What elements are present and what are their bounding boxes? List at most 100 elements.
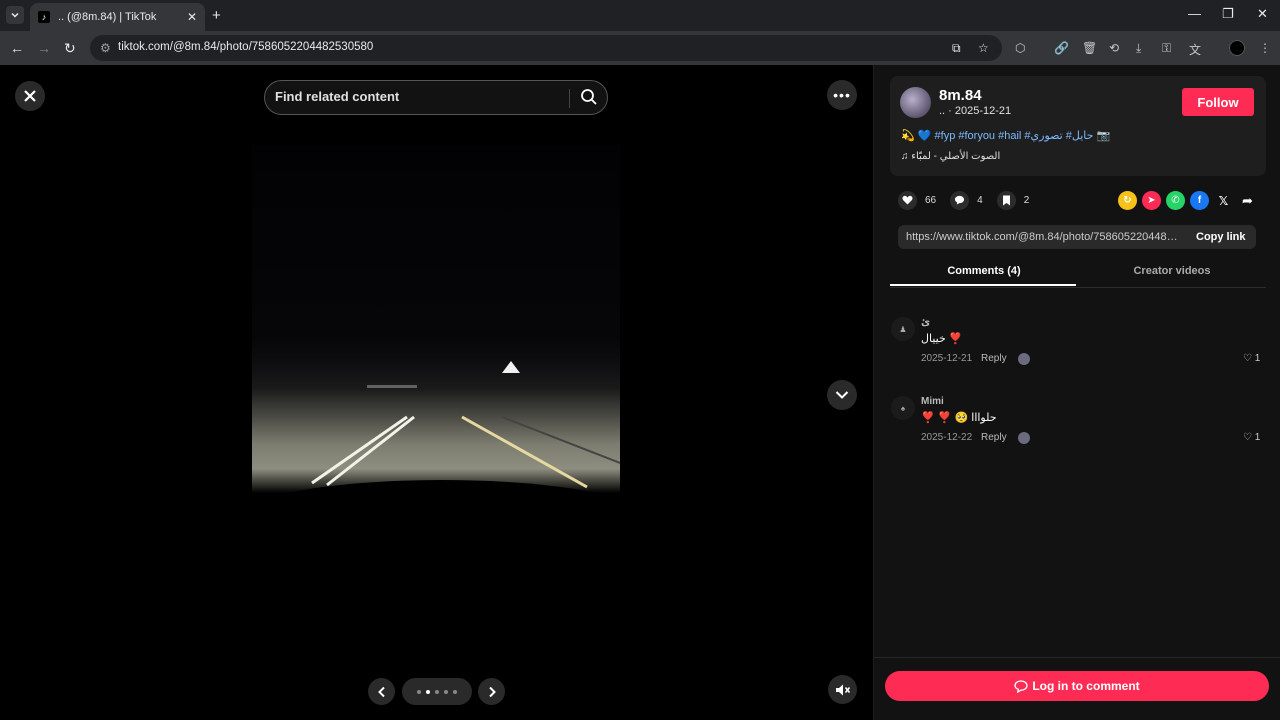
reply-button[interactable]: Reply bbox=[981, 353, 1007, 364]
close-tab-icon[interactable]: ✕ bbox=[187, 10, 197, 24]
save-button[interactable] bbox=[996, 190, 1016, 210]
search-button[interactable] bbox=[579, 87, 599, 112]
browser-tabbar: ♪ .. (@8m.84) | TikTok ✕ + — ❐ ✕ bbox=[0, 0, 1280, 31]
post-photo bbox=[252, 145, 620, 493]
address-url: tiktok.com/@8m.84/photo/7586052204482530… bbox=[118, 41, 374, 53]
slide-dot[interactable] bbox=[435, 689, 439, 694]
creator-liked-badge bbox=[1018, 353, 1030, 365]
comment-bubble-icon bbox=[1014, 679, 1028, 693]
minimize-button[interactable]: — bbox=[1188, 6, 1201, 21]
close-icon bbox=[24, 90, 36, 102]
slide-dot[interactable] bbox=[444, 689, 448, 694]
restore-button[interactable]: ❐ bbox=[1222, 6, 1234, 22]
post-info-card: 8m.84 .. · 2025-12-21 Follow 💫 💙 #fyp #f… bbox=[890, 76, 1266, 176]
address-bar[interactable]: ⚙ tiktok.com/@8m.84/photo/75860522044825… bbox=[90, 35, 1002, 61]
engagement-stats: 66 4 2 bbox=[898, 190, 1043, 210]
tab-creator-videos[interactable]: Creator videos bbox=[1078, 265, 1266, 277]
site-info-icon[interactable]: ⚙ bbox=[100, 41, 111, 55]
whatsapp-icon[interactable]: ✆ bbox=[1166, 191, 1185, 210]
slide-dot[interactable] bbox=[453, 689, 457, 694]
follow-button[interactable]: Follow bbox=[1182, 88, 1254, 116]
commenter-avatar[interactable]: ♟ bbox=[891, 317, 915, 341]
author-username[interactable]: 8m.84 bbox=[939, 87, 982, 104]
caption-hashtags[interactable]: #fyp #foryou #hail #حايل# تصوري 📷 bbox=[935, 130, 1111, 142]
login-label: Log in to comment bbox=[1032, 679, 1140, 693]
photo-viewer: ••• bbox=[0, 65, 873, 720]
comment-date: 2025-12-21 bbox=[921, 353, 973, 364]
heart-outline-icon: ♡ bbox=[1243, 432, 1252, 443]
send-icon[interactable]: ➤ bbox=[1142, 191, 1161, 210]
browser-toolbar: ← → ↻ ⚙ tiktok.com/@8m.84/photo/75860522… bbox=[0, 31, 1280, 65]
post-details-panel: 8m.84 .. · 2025-12-21 Follow 💫 💙 #fyp #f… bbox=[873, 65, 1280, 720]
comment-bubble-icon bbox=[955, 195, 965, 205]
new-tab-button[interactable]: + bbox=[212, 7, 221, 24]
chevron-right-icon bbox=[488, 686, 496, 697]
search-icon bbox=[581, 89, 597, 105]
author-avatar[interactable] bbox=[900, 87, 931, 118]
bookmark-icon bbox=[1002, 195, 1010, 205]
copy-link-button[interactable]: Copy link bbox=[1196, 231, 1246, 243]
slide-indicator bbox=[402, 678, 472, 705]
browser-menu-icon[interactable]: ⋮ bbox=[1259, 41, 1271, 55]
close-viewer-button[interactable] bbox=[15, 81, 45, 111]
translate-icon[interactable]: 文 bbox=[1189, 41, 1201, 58]
profile-avatar[interactable] bbox=[1229, 40, 1245, 56]
chevron-down-icon bbox=[835, 391, 849, 399]
reply-button[interactable]: Reply bbox=[981, 432, 1007, 443]
commenter-avatar[interactable]: ♠ bbox=[891, 396, 915, 420]
like-button[interactable] bbox=[898, 190, 917, 210]
facebook-icon[interactable]: f bbox=[1190, 191, 1209, 210]
related-search-input[interactable] bbox=[275, 89, 565, 104]
chevron-down-icon bbox=[11, 12, 19, 18]
distant-lights bbox=[367, 385, 417, 388]
trash-icon[interactable]: 🗑 bbox=[1082, 41, 1097, 55]
related-search-box bbox=[264, 80, 608, 115]
repost-icon[interactable]: ↻ bbox=[1118, 191, 1137, 210]
comment-like-button[interactable]: ♡ 1 bbox=[1243, 432, 1260, 443]
comment-like-button[interactable]: ♡ 1 bbox=[1243, 353, 1260, 364]
history-icon[interactable]: ⟲ bbox=[1109, 41, 1119, 55]
x-icon[interactable]: 𝕏 bbox=[1214, 191, 1233, 210]
panel-tabs: Comments (4) Creator videos bbox=[890, 262, 1266, 288]
share-link-box: https://www.tiktok.com/@8m.84/photo/7586… bbox=[898, 225, 1256, 249]
window-close-button[interactable]: ✕ bbox=[1257, 6, 1268, 22]
link-icon[interactable]: 🔗 bbox=[1054, 41, 1069, 55]
next-post-button[interactable] bbox=[827, 380, 857, 410]
commenter-name[interactable]: ئ bbox=[921, 317, 930, 328]
tab-search-dropdown[interactable] bbox=[6, 6, 24, 24]
comment-button[interactable] bbox=[950, 190, 970, 210]
comment-text: ❣️ ❣️ 🥺 حلوااا bbox=[921, 412, 997, 424]
more-dots-icon: ••• bbox=[833, 87, 851, 103]
commenter-name[interactable]: Mimi bbox=[921, 396, 944, 407]
login-to-comment-button[interactable]: Log in to comment bbox=[885, 671, 1269, 701]
reload-button[interactable]: ↻ bbox=[64, 40, 76, 57]
comment-count: 4 bbox=[977, 194, 983, 206]
forward-button[interactable]: → bbox=[37, 40, 51, 56]
browser-tab[interactable]: ♪ .. (@8m.84) | TikTok ✕ bbox=[30, 3, 205, 31]
comment-like-count: 1 bbox=[1254, 353, 1261, 364]
tiktok-favicon-icon: ♪ bbox=[38, 11, 50, 23]
search-divider bbox=[569, 89, 570, 108]
heart-icon bbox=[902, 195, 913, 205]
save-count: 2 bbox=[1023, 194, 1030, 206]
password-key-icon[interactable]: ⚿ bbox=[1162, 41, 1171, 56]
heart-outline-icon: ♡ bbox=[1243, 353, 1252, 364]
more-options-button[interactable]: ••• bbox=[827, 80, 857, 110]
like-count: 66 bbox=[925, 194, 937, 206]
back-button[interactable]: ← bbox=[10, 40, 24, 56]
speaker-muted-icon bbox=[835, 684, 850, 695]
next-slide-button[interactable] bbox=[478, 678, 505, 705]
comment-date: 2025-12-22 bbox=[921, 432, 973, 443]
share-arrow-icon[interactable]: ➦ bbox=[1238, 191, 1257, 210]
slide-dot[interactable] bbox=[417, 689, 421, 694]
music-track[interactable]: ♫ الصوت الأصلي - لمبّاء bbox=[901, 151, 1000, 162]
bookmark-star-icon[interactable]: ☆ bbox=[978, 41, 989, 55]
tab-comments[interactable]: Comments (4) bbox=[890, 265, 1078, 286]
post-caption: 💫 💙 #fyp #foryou #hail #حايل# تصوري 📷 bbox=[901, 129, 1110, 142]
mute-toggle-button[interactable] bbox=[828, 675, 857, 704]
extensions-icon[interactable]: ⬡ bbox=[1015, 41, 1025, 55]
previous-slide-button[interactable] bbox=[368, 678, 395, 705]
slide-dot[interactable] bbox=[426, 689, 430, 694]
download-icon[interactable]: ⤓ bbox=[1136, 41, 1141, 56]
install-app-icon[interactable]: ⧉ bbox=[952, 41, 961, 56]
